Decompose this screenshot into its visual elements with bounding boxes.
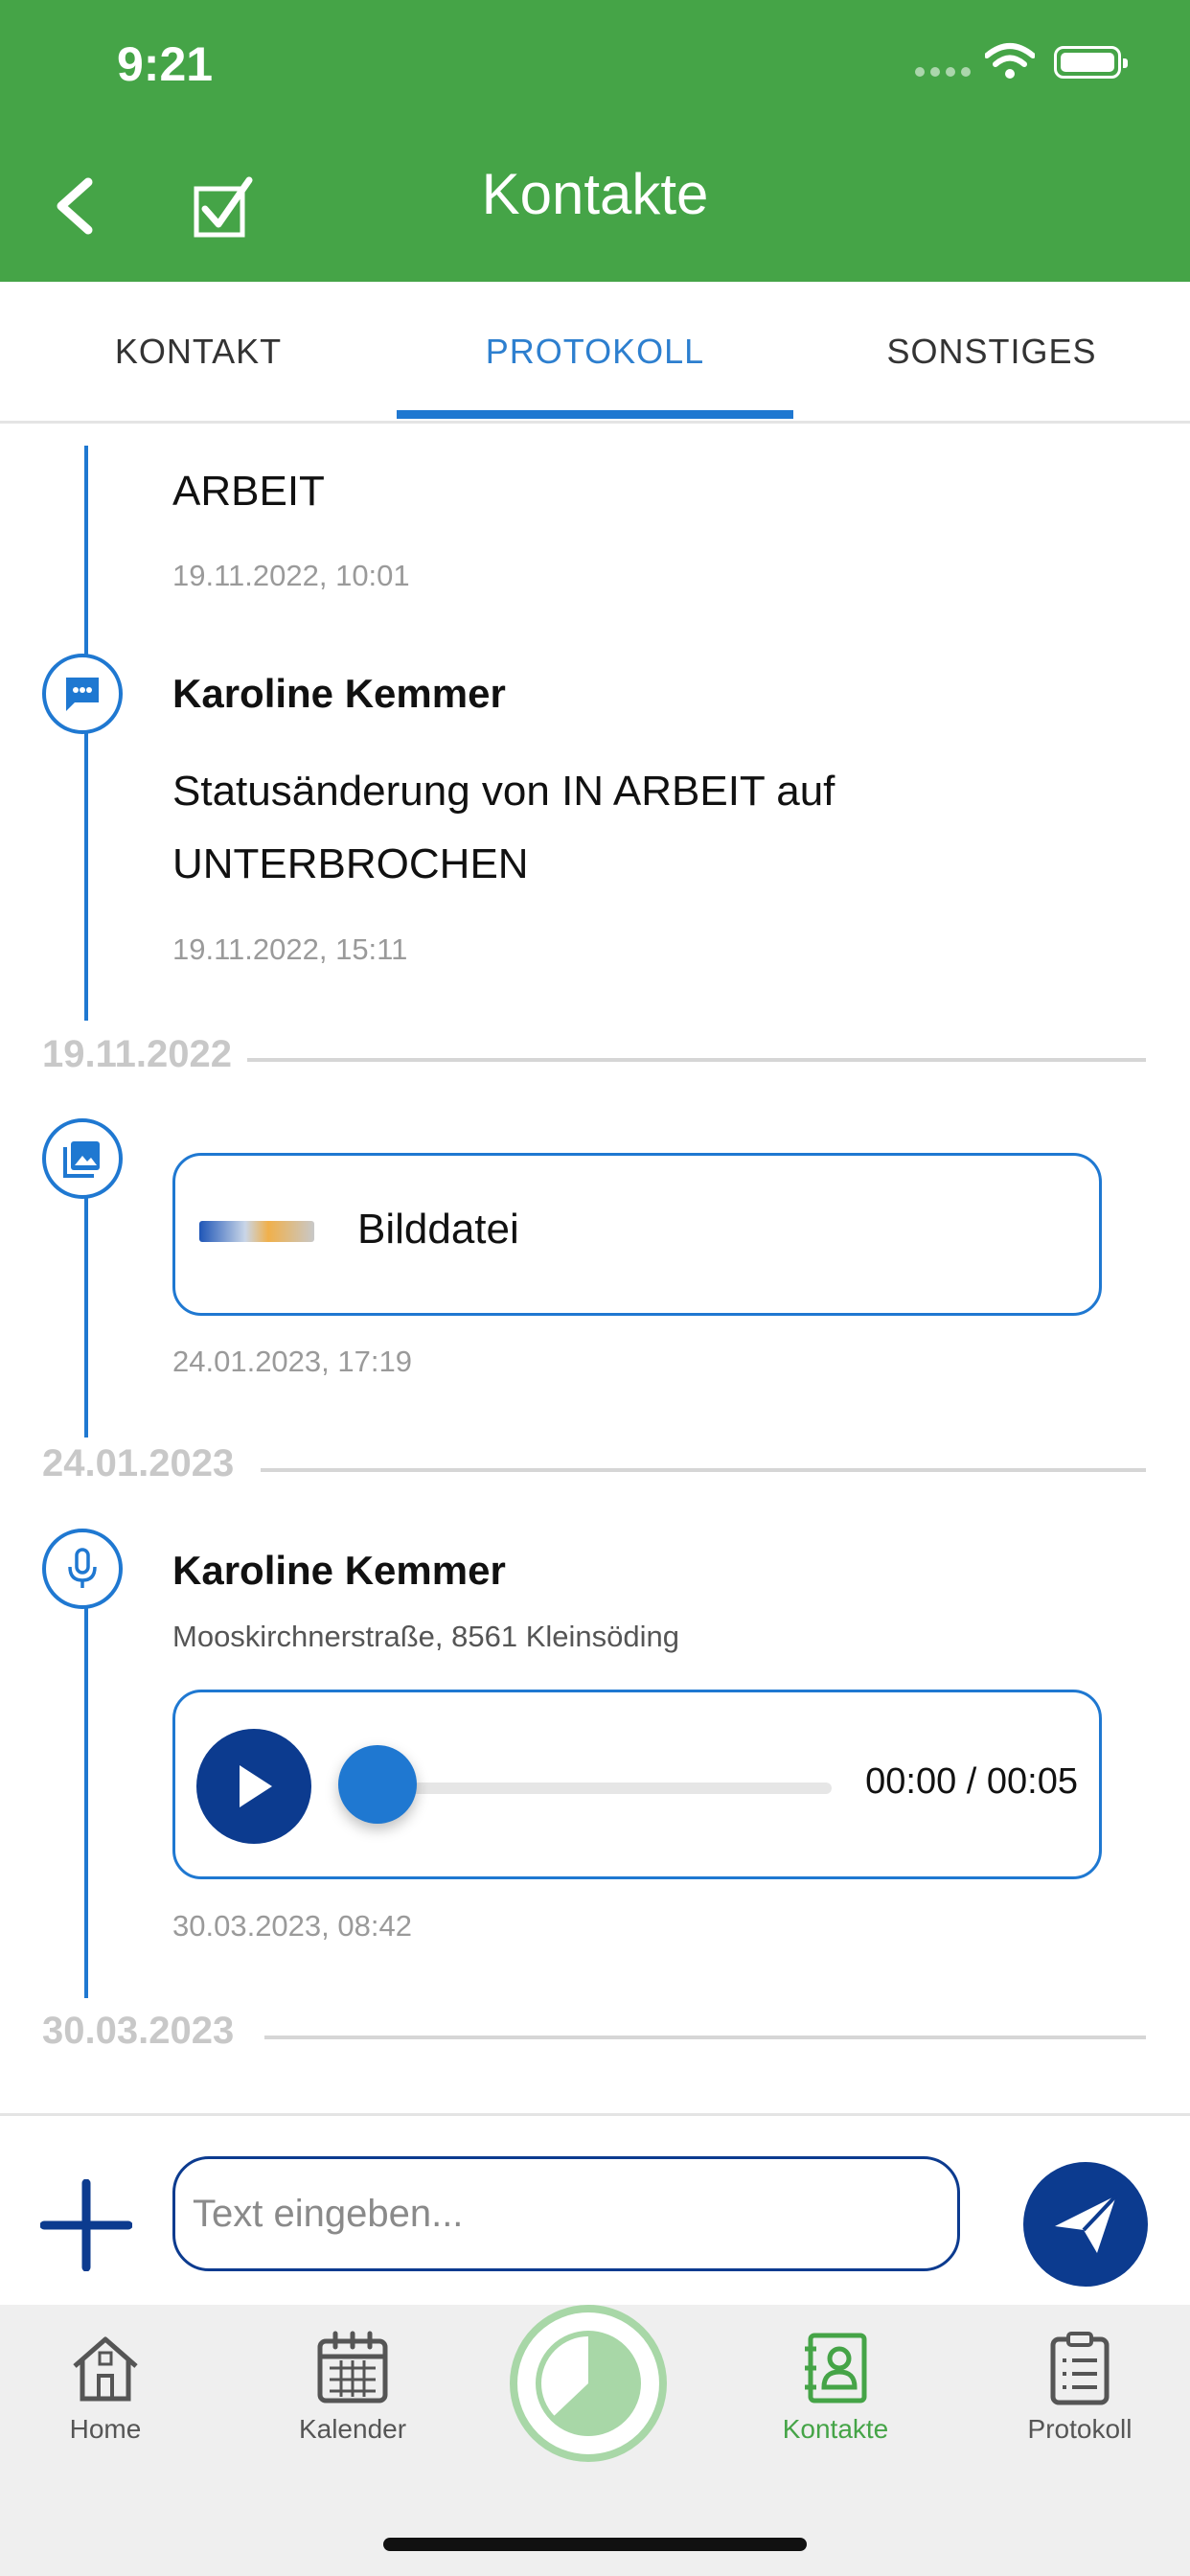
calendar-icon bbox=[317, 2331, 388, 2404]
entry-timestamp: 19.11.2022, 15:11 bbox=[172, 932, 408, 966]
contacts-icon bbox=[805, 2333, 867, 2404]
attachment-label: Bilddatei bbox=[357, 1206, 519, 1253]
nav-contacts[interactable]: Kontakte bbox=[740, 2330, 931, 2445]
date-separator: 24.01.2023 bbox=[42, 1442, 235, 1484]
separator-line bbox=[247, 1058, 1146, 1062]
entry-author: Karoline Kemmer bbox=[172, 671, 506, 716]
bottom-navigation: Home Kalender Kontakte Protokoll bbox=[0, 2305, 1190, 2576]
chat-icon bbox=[42, 654, 123, 734]
nav-label: Protokoll bbox=[1027, 2414, 1133, 2444]
nav-calendar[interactable]: Kalender bbox=[257, 2330, 448, 2445]
separator-line bbox=[264, 2036, 1146, 2039]
separator-line bbox=[261, 1468, 1146, 1472]
audio-progress-handle[interactable] bbox=[338, 1745, 417, 1824]
tab-bar: KONTAKT PROTOKOLL SONSTIGES bbox=[0, 282, 1190, 424]
date-separator: 19.11.2022 bbox=[42, 1033, 232, 1075]
entry-address: Mooskirchnerstraße, 8561 Kleinsöding bbox=[172, 1620, 679, 1653]
message-composer bbox=[0, 2113, 1190, 2305]
home-indicator bbox=[383, 2538, 807, 2551]
status-time: 9:21 bbox=[117, 37, 214, 91]
tab-protokoll[interactable]: PROTOKOLL bbox=[397, 282, 793, 421]
active-tab-indicator bbox=[397, 410, 793, 419]
entry-timestamp: 19.11.2022, 10:01 bbox=[172, 559, 410, 592]
entry-text: ARBEIT bbox=[172, 468, 325, 515]
cellular-signal-icon bbox=[915, 67, 971, 77]
play-button[interactable] bbox=[196, 1729, 311, 1844]
entry-timestamp: 30.03.2023, 08:42 bbox=[172, 1909, 412, 1943]
audio-time: 00:00 / 00:05 bbox=[865, 1761, 1078, 1802]
wifi-icon bbox=[985, 43, 1035, 79]
entry-author: Karoline Kemmer bbox=[172, 1548, 506, 1593]
tab-sonstiges[interactable]: SONSTIGES bbox=[793, 282, 1190, 421]
battery-icon bbox=[1054, 46, 1128, 79]
nav-label: Home bbox=[69, 2414, 142, 2444]
entry-timestamp: 24.01.2023, 17:19 bbox=[172, 1345, 412, 1378]
nav-home[interactable]: Home bbox=[10, 2330, 201, 2445]
nav-label: Kalender bbox=[298, 2414, 407, 2444]
tab-kontakt[interactable]: KONTAKT bbox=[0, 282, 397, 421]
audio-progress-track[interactable] bbox=[381, 1782, 832, 1794]
timer-button[interactable] bbox=[510, 2305, 667, 2462]
audio-player: 00:00 / 00:05 bbox=[172, 1690, 1102, 1879]
image-icon bbox=[42, 1118, 123, 1199]
app-header: 9:21 Kontakte bbox=[0, 0, 1190, 282]
home-icon bbox=[73, 2336, 138, 2402]
clipboard-icon bbox=[1050, 2332, 1110, 2405]
image-thumbnail bbox=[199, 1221, 314, 1242]
microphone-icon bbox=[42, 1529, 123, 1609]
add-button[interactable] bbox=[40, 2179, 132, 2271]
entry-text-line2: UNTERBROCHEN bbox=[172, 840, 529, 887]
date-separator: 30.03.2023 bbox=[42, 2010, 235, 2052]
image-attachment-card[interactable]: Bilddatei bbox=[172, 1153, 1102, 1316]
page-title: Kontakte bbox=[481, 162, 709, 226]
nav-label: Kontakte bbox=[782, 2414, 889, 2444]
entry-text-line1: Statusänderung von IN ARBEIT auf bbox=[172, 768, 835, 815]
message-input[interactable] bbox=[172, 2156, 960, 2271]
timeline-line bbox=[84, 1548, 88, 1998]
clock-icon bbox=[536, 2331, 641, 2436]
send-icon bbox=[1055, 2194, 1118, 2253]
nav-protocol[interactable]: Protokoll bbox=[984, 2330, 1176, 2445]
send-button[interactable] bbox=[1023, 2162, 1148, 2287]
protocol-timeline[interactable]: ARBEIT 19.11.2022, 10:01 Karoline Kemmer… bbox=[0, 426, 1190, 2113]
